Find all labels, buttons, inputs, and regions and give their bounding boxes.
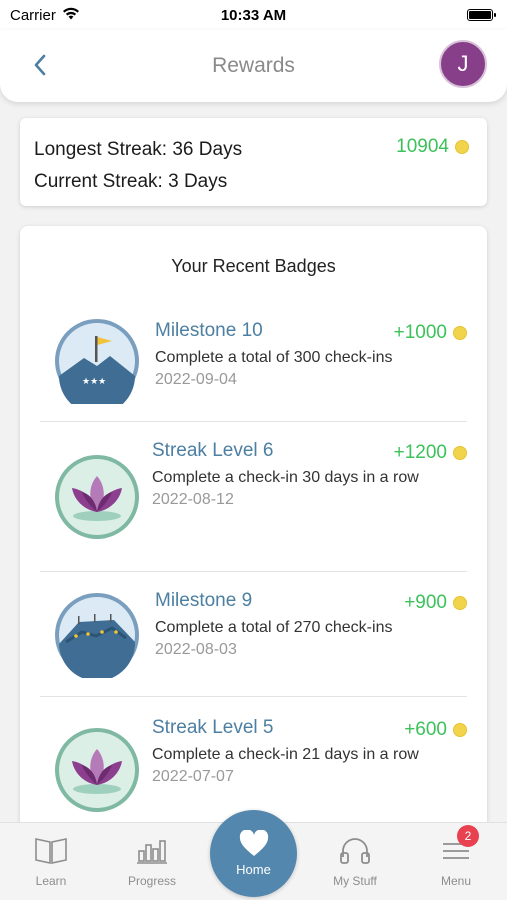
status-bar: Carrier 10:33 AM [0, 0, 507, 30]
streak-summary-card: Longest Streak: 36 Days Current Streak: … [20, 118, 487, 206]
chevron-left-icon [34, 54, 46, 76]
badge-description: Complete a check-in 21 days in a row [152, 746, 419, 763]
badge-points-value: +1200 [393, 442, 447, 463]
tab-home-label: Home [236, 862, 271, 877]
avatar[interactable]: J [439, 40, 487, 88]
total-points: 10904 [396, 136, 469, 158]
page-title: Rewards [212, 54, 295, 77]
carrier-label: Carrier [10, 6, 56, 24]
list-item[interactable]: Milestone 9 Complete a total of 270 chec… [40, 572, 467, 697]
back-button[interactable] [26, 50, 54, 80]
tab-my-stuff[interactable]: My Stuff [315, 835, 395, 888]
book-icon [35, 838, 67, 864]
total-points-value: 10904 [396, 136, 449, 157]
badge-date: 2022-07-07 [152, 768, 234, 785]
notification-badge: 2 [457, 825, 479, 847]
badge-points: +900 [404, 592, 467, 614]
tab-learn[interactable]: Learn [11, 835, 91, 888]
svg-text:★★★: ★★★ [82, 377, 106, 387]
coin-icon [453, 326, 467, 340]
badge-list: ★★★ Milestone 10 Complete a total of 300… [40, 302, 467, 846]
badge-date: 2022-08-03 [155, 641, 237, 658]
badges-section-title: Your Recent Badges [171, 256, 336, 276]
wifi-icon [62, 7, 80, 24]
badge-date: 2022-08-12 [152, 491, 234, 508]
coin-icon [453, 723, 467, 737]
badge-points-value: +600 [404, 719, 447, 740]
mountain-path-icon [55, 593, 139, 678]
bar-chart-icon [137, 840, 167, 864]
badge-date: 2022-09-04 [155, 371, 237, 388]
tab-progress[interactable]: Progress [112, 835, 192, 888]
badge-points: +1200 [394, 442, 467, 464]
badge-description: Complete a total of 270 check-ins [155, 619, 393, 636]
lotus-icon [55, 728, 139, 812]
tab-progress-label: Progress [127, 874, 177, 888]
recent-badges-card: Your Recent Badges ★★★ Milestone 10 Comp… [20, 226, 487, 846]
list-item[interactable]: Streak Level 6 Complete a check-in 30 da… [40, 422, 467, 572]
coin-icon [455, 140, 469, 154]
tab-menu-label: Menu [440, 874, 472, 888]
lotus-icon [55, 455, 139, 539]
tab-home[interactable]: Home [210, 810, 297, 897]
badge-description: Complete a total of 300 check-ins [155, 349, 393, 366]
milestone-flag-icon: ★★★ [55, 319, 139, 404]
badge-points-value: +900 [404, 592, 447, 613]
badge-points-value: +1000 [393, 322, 447, 343]
headphones-icon [340, 838, 370, 864]
coin-icon [453, 596, 467, 610]
badge-points: +1000 [394, 322, 467, 344]
tab-learn-label: Learn [35, 874, 67, 888]
list-item[interactable]: ★★★ Milestone 10 Complete a total of 300… [40, 302, 467, 422]
coin-icon [453, 446, 467, 460]
heart-icon [239, 830, 268, 856]
tab-my-stuff-label: My Stuff [333, 874, 377, 888]
app-header: Rewards J [0, 30, 507, 102]
badge-description: Complete a check-in 30 days in a row [152, 469, 419, 486]
battery-icon [467, 9, 496, 21]
current-streak: Current Streak: 3 Days [34, 171, 228, 192]
badge-points: +600 [404, 719, 467, 741]
tab-menu[interactable]: 2 Menu [416, 825, 496, 888]
